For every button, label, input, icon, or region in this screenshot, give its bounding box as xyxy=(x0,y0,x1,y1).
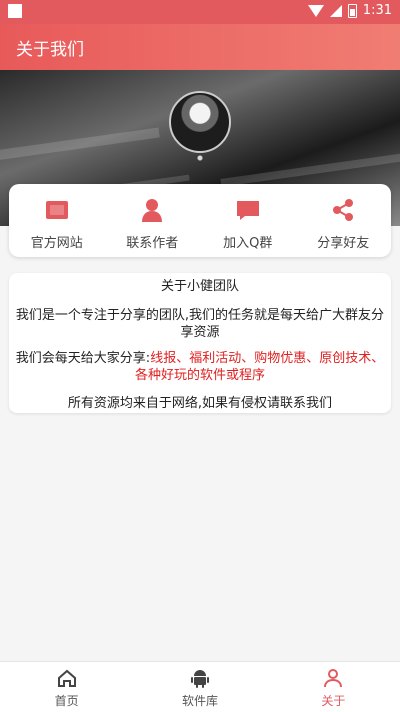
avatar xyxy=(169,91,231,153)
share-icon xyxy=(333,199,354,221)
copyright-notice: 所有资源均来自于网络,如果有侵权请联系我们 xyxy=(67,396,333,411)
android-icon xyxy=(190,670,209,688)
share-topics-highlight: 线报、福利活动、购物优惠、原创技术、各种好玩的软件或程序 xyxy=(134,351,385,383)
join-group-button[interactable]: 加入Q群 xyxy=(200,184,296,257)
tab-software[interactable]: 软件库 xyxy=(133,662,266,712)
status-bar: 1:31 xyxy=(0,0,400,24)
share-friends-button[interactable]: 分享好友 xyxy=(296,184,392,257)
wifi-icon xyxy=(307,4,324,17)
about-card: 关于小健团队 我们是一个专注于分享的团队,我们的任务就是每天给广大群友分享资源 … xyxy=(9,273,391,413)
tab-home[interactable]: 首页 xyxy=(0,662,133,712)
share-topics-prefix: 我们会每天给大家分享: xyxy=(15,351,151,366)
about-heading: 关于小健团队 xyxy=(160,279,239,294)
website-icon xyxy=(45,201,68,219)
tab-label: 软件库 xyxy=(181,694,218,708)
action-label: 分享好友 xyxy=(317,236,370,251)
action-label: 官方网站 xyxy=(30,236,83,251)
battery-icon xyxy=(347,3,357,18)
about-paragraph: 我们是一个专注于分享的团队,我们的任务就是每天给广大群友分享资源 xyxy=(15,308,385,340)
home-icon xyxy=(57,669,76,687)
page-title: 关于我们 xyxy=(16,40,84,60)
person-icon xyxy=(142,199,163,222)
status-time: 1:31 xyxy=(362,3,392,18)
tab-about[interactable]: 关于 xyxy=(267,662,400,712)
tab-label: 首页 xyxy=(54,694,79,708)
contact-author-button[interactable]: 联系作者 xyxy=(105,184,201,257)
action-label: 联系作者 xyxy=(126,236,179,251)
app-bar: 关于我们 xyxy=(0,24,400,70)
tab-label: 关于 xyxy=(321,694,346,708)
quick-actions-card: 官方网站 联系作者 加入Q群 分享好友 xyxy=(9,184,391,257)
notification-icon xyxy=(8,4,22,18)
official-site-button[interactable]: 官方网站 xyxy=(9,184,105,257)
bottom-tab-bar: 首页 软件库 关于 xyxy=(0,661,400,712)
action-label: 加入Q群 xyxy=(223,236,273,251)
share-topics-paragraph: 我们会每天给大家分享:线报、福利活动、购物优惠、原创技术、各种好玩的软件或程序 xyxy=(15,350,385,384)
chat-icon xyxy=(236,201,259,220)
user-icon xyxy=(324,669,343,688)
signal-icon xyxy=(329,4,342,17)
